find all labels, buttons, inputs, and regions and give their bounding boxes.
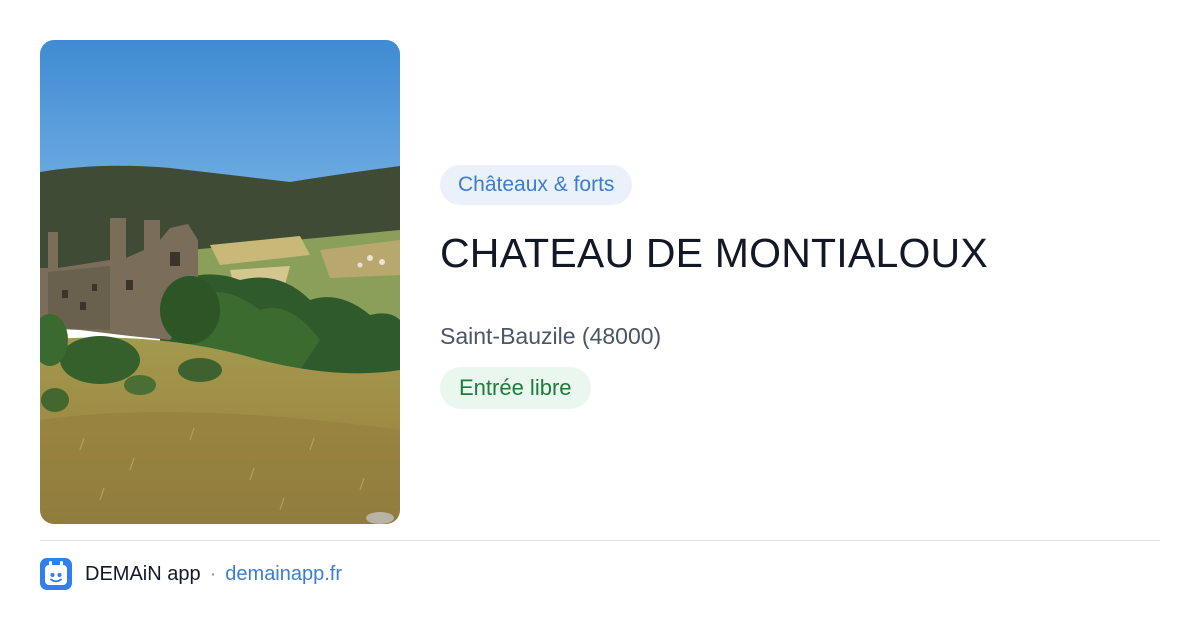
footer-divider	[40, 540, 1160, 541]
share-card: Châteaux & forts CHATEAU DE MONTIALOUX S…	[0, 0, 1200, 630]
place-title: CHATEAU DE MONTIALOUX	[440, 230, 988, 276]
castle-ruin-photo	[40, 40, 400, 524]
demain-app-logo-icon	[40, 558, 72, 590]
footer: DEMAiN app · demainapp.fr	[40, 558, 342, 590]
footer-separator: ·	[209, 562, 217, 585]
price-badge: Entrée libre	[440, 367, 591, 409]
app-name: DEMAiN app	[85, 562, 201, 585]
place-info: Châteaux & forts CHATEAU DE MONTIALOUX S…	[440, 165, 1160, 409]
place-location: Saint-Bauzile (48000)	[440, 323, 662, 349]
place-photo	[40, 40, 400, 524]
category-chip[interactable]: Châteaux & forts	[440, 165, 633, 205]
site-link[interactable]: demainapp.fr	[225, 563, 342, 586]
